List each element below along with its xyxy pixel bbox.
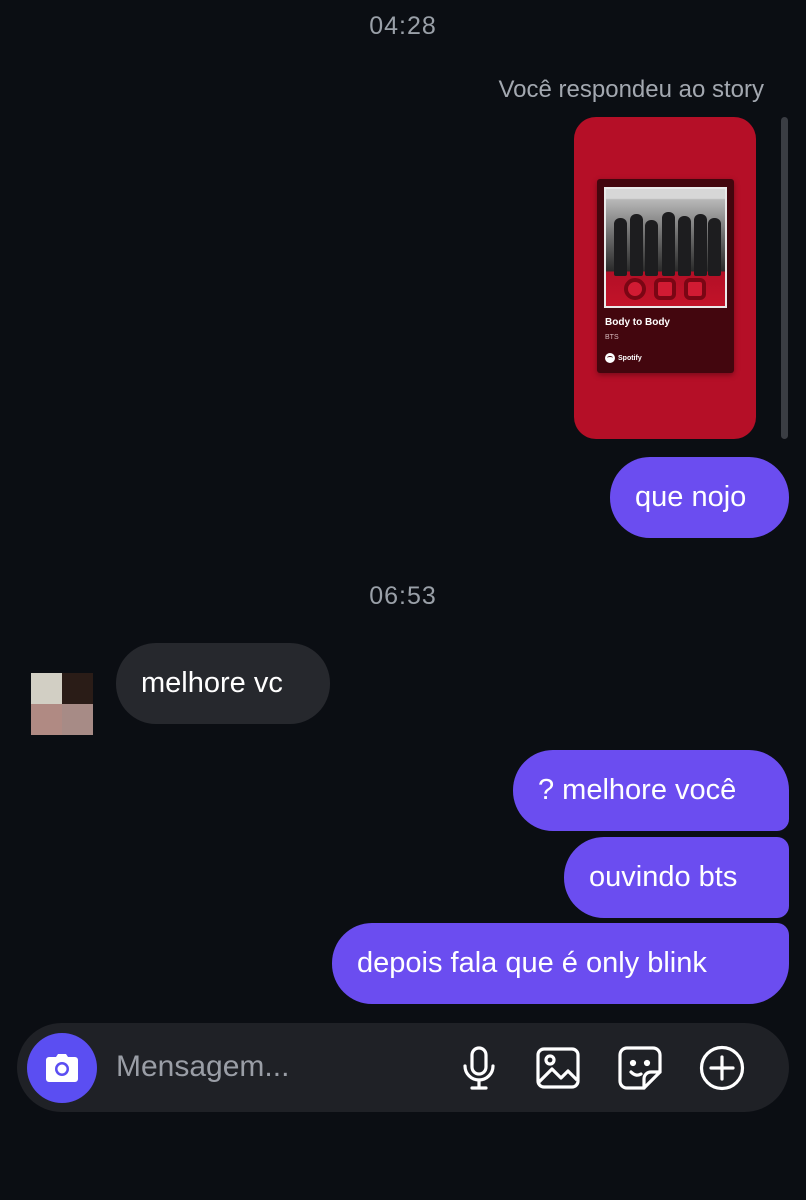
- sticker-button[interactable]: [616, 1044, 664, 1092]
- avatar[interactable]: [31, 673, 93, 735]
- message-bubble-sent[interactable]: ? melhore você: [513, 750, 789, 831]
- spotify-label: Spotify: [618, 354, 642, 362]
- spotify-icon: [605, 353, 615, 363]
- message-bubble-sent[interactable]: ouvindo bts: [564, 837, 789, 918]
- voice-message-button[interactable]: [455, 1044, 503, 1092]
- message-input[interactable]: [116, 1049, 436, 1085]
- timestamp-0653: 06:53: [369, 582, 437, 610]
- story-preview[interactable]: Body to Body BTS Spotify: [574, 117, 756, 439]
- track-title: Body to Body: [605, 317, 670, 328]
- spotify-track-card: Body to Body BTS Spotify: [597, 179, 734, 373]
- image-icon: [536, 1047, 580, 1089]
- gallery-button[interactable]: [534, 1044, 582, 1092]
- timestamp-0428: 04:28: [369, 12, 437, 40]
- story-reply-note: Você respondeu ao story: [498, 76, 764, 103]
- plus-circle-icon: [699, 1045, 745, 1091]
- camera-button[interactable]: [27, 1033, 97, 1103]
- message-composer: [17, 1023, 789, 1112]
- message-bubble-sent[interactable]: que nojo: [610, 457, 789, 538]
- album-cover-image: [604, 187, 727, 308]
- sticker-icon: [618, 1046, 662, 1090]
- message-bubble-received[interactable]: melhore vc: [116, 643, 330, 724]
- more-options-button[interactable]: [698, 1044, 746, 1092]
- camera-icon: [46, 1054, 78, 1082]
- microphone-icon: [463, 1046, 495, 1090]
- scrollbar[interactable]: [781, 117, 788, 439]
- message-bubble-sent[interactable]: depois fala que é only blink: [332, 923, 789, 1004]
- spotify-badge: Spotify: [605, 353, 642, 363]
- track-artist: BTS: [605, 334, 619, 341]
